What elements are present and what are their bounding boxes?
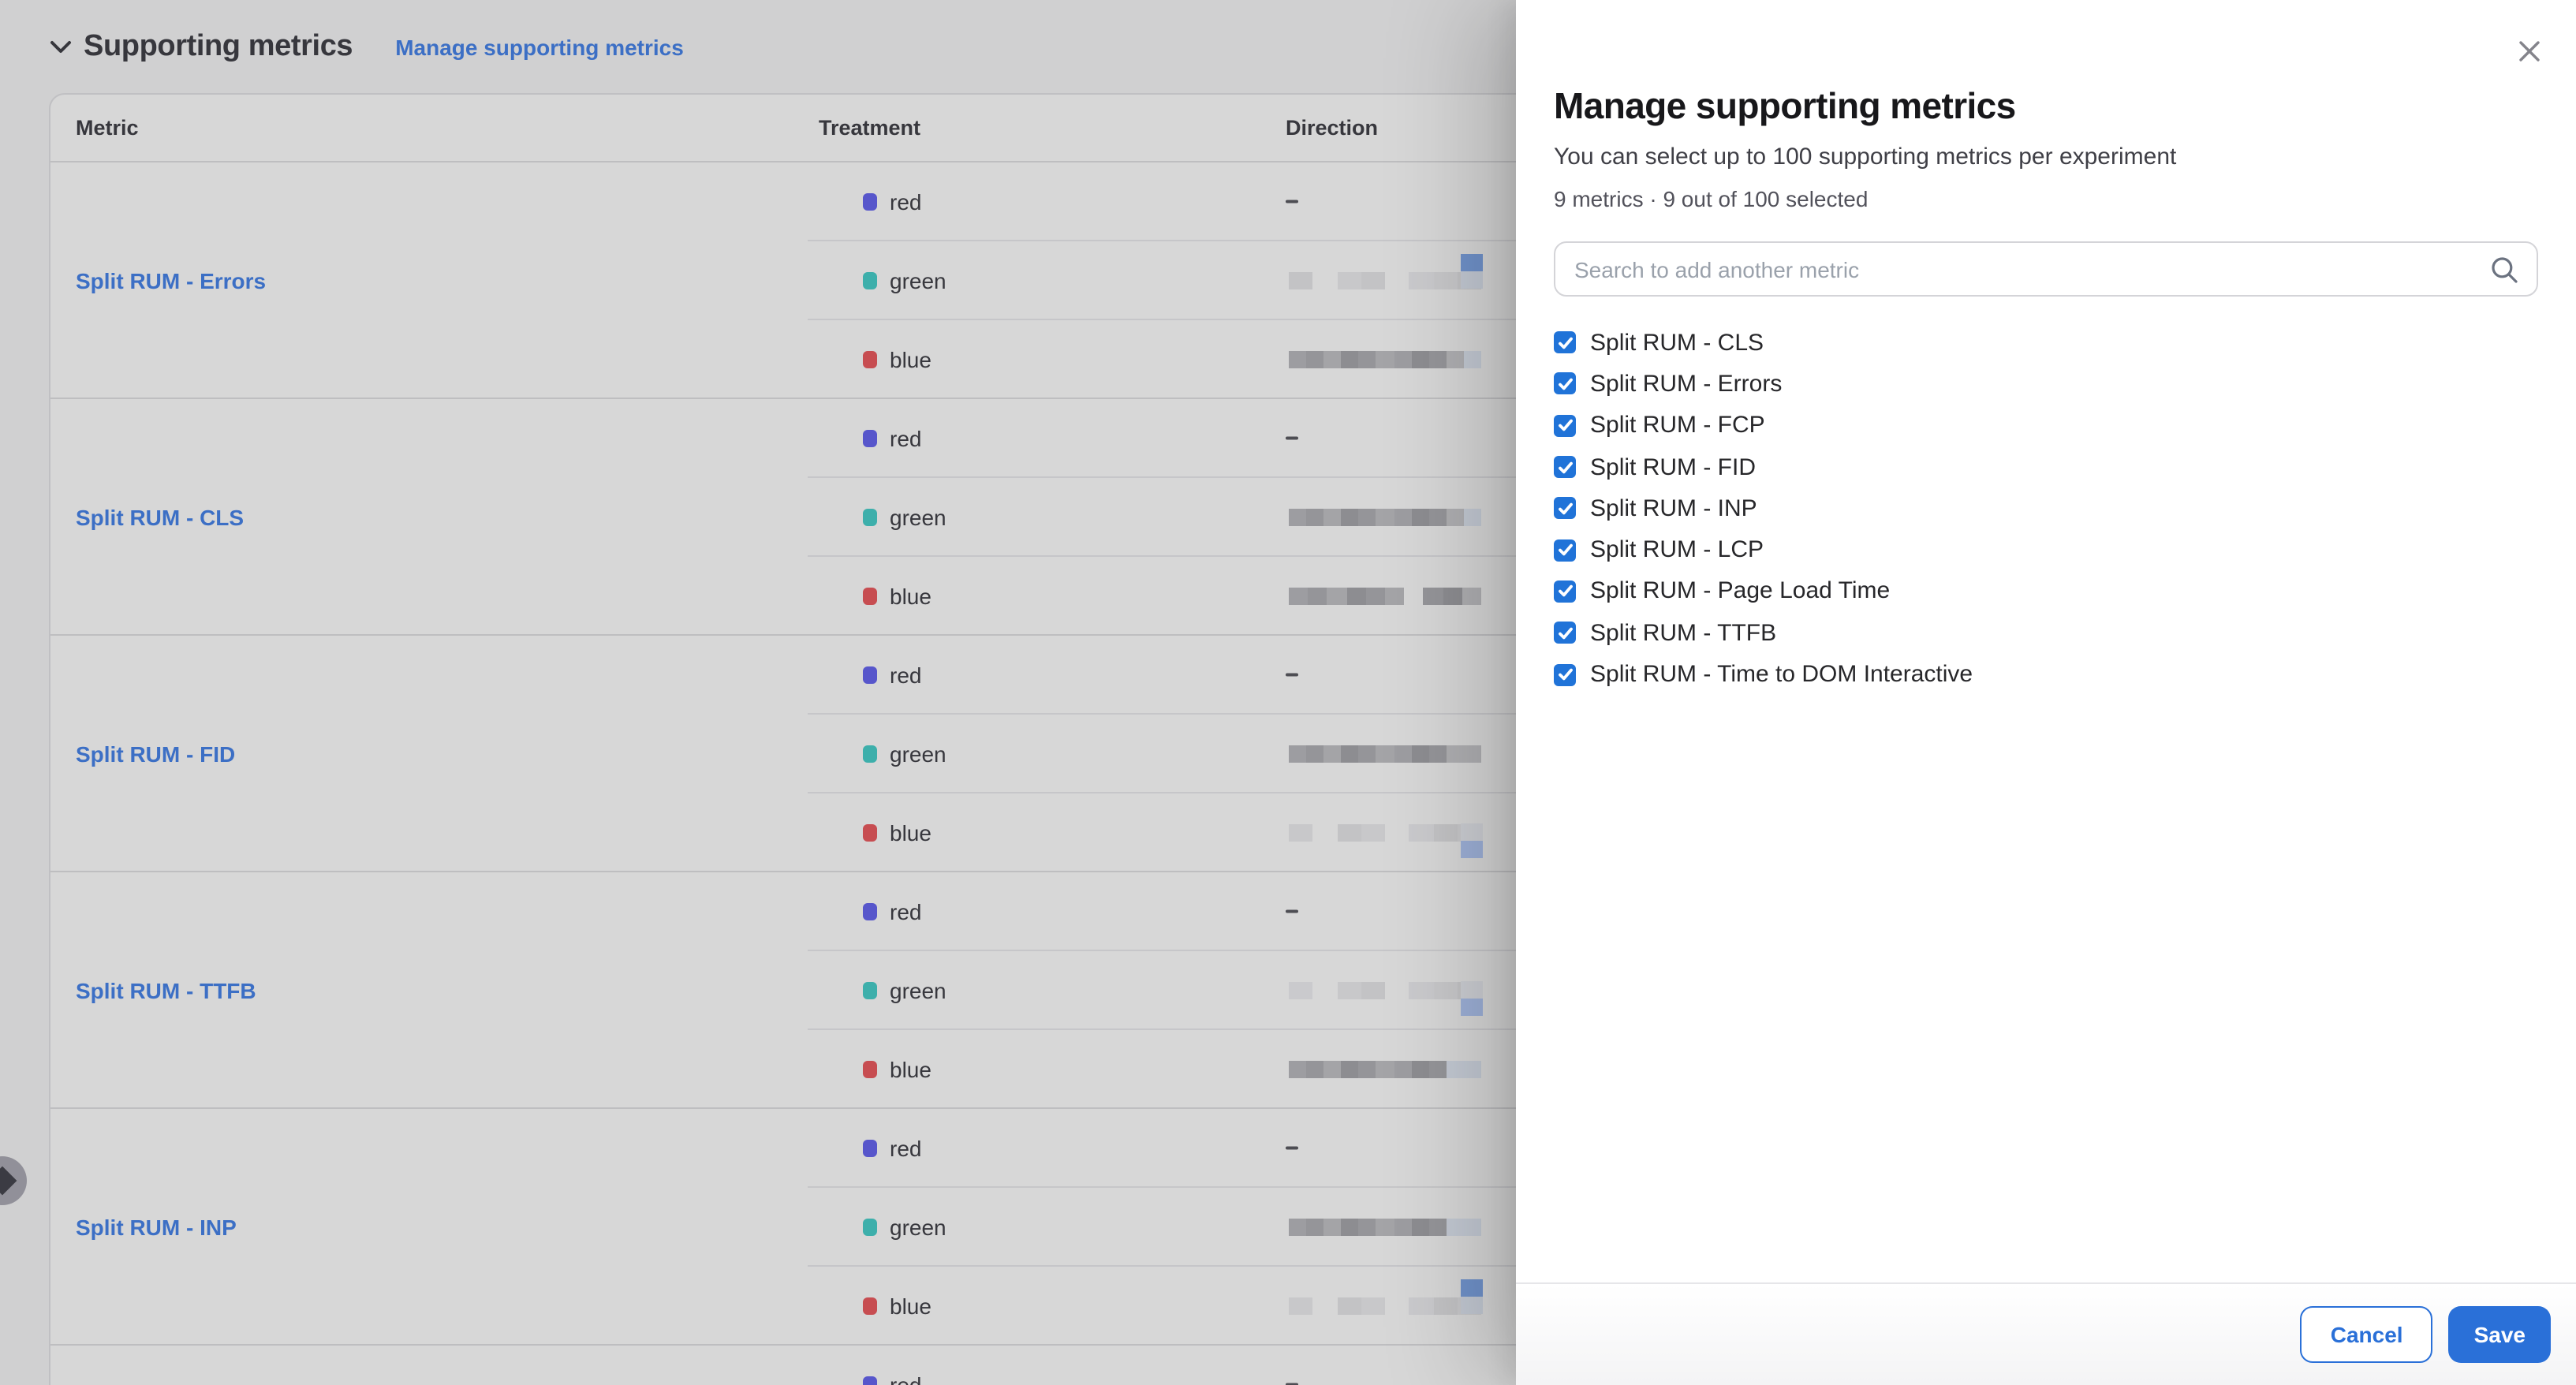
close-icon[interactable] — [2514, 36, 2543, 65]
drawer-subtitle: You can select up to 100 supporting metr… — [1554, 142, 2538, 174]
metric-item-label: Split RUM - FCP — [1590, 412, 1765, 439]
metric-list-item[interactable]: Split RUM - LCP — [1554, 529, 2538, 571]
metric-item-label: Split RUM - Errors — [1590, 371, 1782, 398]
metric-checkbox[interactable] — [1554, 663, 1576, 685]
metric-checkbox[interactable] — [1554, 373, 1576, 395]
metric-list-item[interactable]: Split RUM - Time to DOM Interactive — [1554, 654, 2538, 696]
metric-item-label: Split RUM - Time to DOM Interactive — [1590, 661, 1973, 688]
metric-checkbox-list: Split RUM - CLS Split RUM - Errors Split R… — [1554, 322, 2538, 695]
drawer-title: Manage supporting metrics — [1554, 82, 2538, 129]
app-root: Supporting metrics Manage supporting met… — [0, 0, 2576, 1385]
drawer-footer: Cancel Save — [1516, 1282, 2576, 1385]
metric-checkbox[interactable] — [1554, 581, 1576, 603]
metric-checkbox[interactable] — [1554, 539, 1576, 561]
metric-item-label: Split RUM - LCP — [1590, 536, 1764, 563]
manage-supporting-metrics-drawer: Manage supporting metrics You can select… — [1516, 0, 2576, 1385]
metric-item-label: Split RUM - FID — [1590, 454, 1756, 480]
metric-checkbox[interactable] — [1554, 456, 1576, 478]
metric-checkbox[interactable] — [1554, 498, 1576, 520]
search-icon — [2489, 254, 2519, 284]
metric-checkbox[interactable] — [1554, 414, 1576, 436]
selection-summary: 9 metrics · 9 out of 100 selected — [1554, 185, 2538, 213]
metric-list-item[interactable]: Split RUM - TTFB — [1554, 612, 2538, 654]
metric-item-label: Split RUM - INP — [1590, 495, 1757, 522]
metric-search-box — [1554, 241, 2538, 297]
metric-item-label: Split RUM - CLS — [1590, 329, 1764, 356]
metric-item-label: Split RUM - TTFB — [1590, 619, 1776, 646]
metric-search-input[interactable] — [1555, 243, 2537, 295]
metric-checkbox[interactable] — [1554, 622, 1576, 644]
metric-item-label: Split RUM - Page Load Time — [1590, 578, 1890, 605]
metric-list-item[interactable]: Split RUM - INP — [1554, 487, 2538, 529]
metric-checkbox[interactable] — [1554, 331, 1576, 353]
metric-list-item[interactable]: Split RUM - Errors — [1554, 364, 2538, 405]
metric-list-item[interactable]: Split RUM - CLS — [1554, 322, 2538, 364]
metric-list-item[interactable]: Split RUM - FCP — [1554, 405, 2538, 446]
cancel-button[interactable]: Cancel — [2301, 1306, 2433, 1363]
metric-list-item[interactable]: Split RUM - FID — [1554, 446, 2538, 488]
save-button[interactable]: Save — [2449, 1306, 2551, 1363]
metric-list-item[interactable]: Split RUM - Page Load Time — [1554, 571, 2538, 613]
